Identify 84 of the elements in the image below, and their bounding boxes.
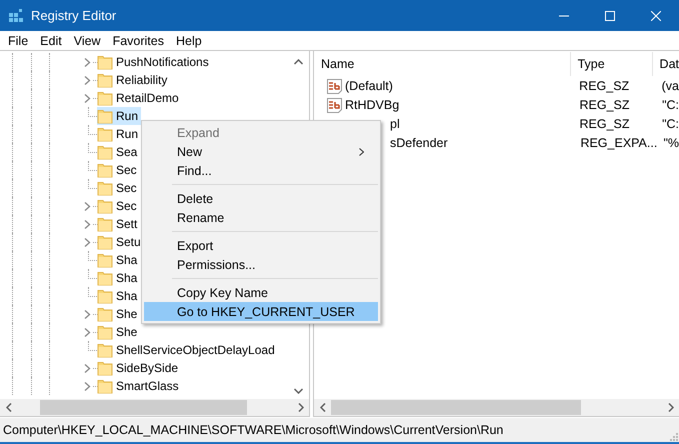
tree-item[interactable]: Sec: [97, 161, 140, 179]
column-header[interactable]: Type: [570, 52, 653, 76]
menu-item[interactable]: Rename: [144, 208, 378, 227]
menu-item[interactable]: Go to HKEY_CURRENT_USER: [144, 302, 378, 321]
menu-item[interactable]: View: [68, 32, 107, 48]
folder-icon: [97, 342, 113, 358]
folder-icon: [97, 234, 113, 250]
folder-icon: [97, 180, 113, 196]
scroll-right-icon[interactable]: [668, 403, 674, 412]
scroll-right-icon[interactable]: [298, 403, 304, 412]
column-header[interactable]: Name: [314, 52, 571, 76]
folder-icon: [97, 198, 113, 214]
tree-item[interactable]: RetailDemo: [97, 89, 182, 107]
menu-item[interactable]: File: [2, 32, 34, 48]
tree-item[interactable]: Run: [97, 107, 142, 125]
maximize-icon: [605, 10, 615, 20]
folder-icon: [97, 54, 113, 70]
document-icon: [326, 78, 343, 94]
value-name[interactable]: pl: [390, 116, 400, 130]
folder-icon: [97, 288, 113, 304]
folder-icon: [97, 216, 113, 232]
tree-item[interactable]: Run: [97, 125, 142, 143]
value-type: REG_SZ: [578, 98, 631, 112]
value-type: REG_SZ: [578, 116, 631, 130]
tree-item[interactable]: Sec: [97, 179, 140, 197]
value-type: REG_SZ: [578, 78, 630, 92]
column-header[interactable]: Dat: [652, 52, 679, 76]
horizontal-scrollbar[interactable]: [0, 399, 309, 416]
scroll-left-icon[interactable]: [6, 403, 12, 412]
menu-item[interactable]: Export: [144, 236, 378, 255]
menu-item[interactable]: Permissions...: [144, 255, 378, 274]
menu-item[interactable]: Delete: [144, 189, 378, 208]
folder-icon: [97, 162, 113, 178]
menu-item[interactable]: Favorites: [106, 32, 170, 48]
scroll-left-icon[interactable]: [320, 403, 326, 412]
tree-item[interactable]: SideBySide: [97, 359, 182, 377]
value-name[interactable]: sDefender: [390, 136, 448, 150]
tree-item[interactable]: Sec: [97, 197, 140, 215]
tree-item[interactable]: Sha: [97, 287, 140, 305]
value-data: "C:: [661, 116, 679, 130]
folder-icon: [97, 270, 113, 286]
menu-item[interactable]: New: [144, 142, 378, 161]
scrollbar-thumb[interactable]: [40, 400, 247, 415]
window-title: Registry Editor: [31, 8, 116, 23]
menu-item[interactable]: Edit: [34, 32, 68, 48]
tree-item[interactable]: Sha: [97, 251, 140, 269]
status-path: Computer\HKEY_LOCAL_MACHINE\SOFTWARE\Microsoft\Windows\CurrentVersion\Run: [3, 423, 504, 437]
tree-item[interactable]: She: [97, 305, 140, 323]
folder-icon: [97, 90, 113, 106]
horizontal-scrollbar[interactable]: [314, 399, 679, 416]
scroll-down-icon[interactable]: [294, 388, 303, 394]
folder-icon: [97, 378, 113, 394]
folder-icon: [97, 72, 113, 88]
value-name[interactable]: RtHDVBg: [345, 98, 400, 112]
menu-item[interactable]: Find...: [144, 161, 378, 180]
scrollbar-thumb[interactable]: [331, 400, 581, 415]
tree-item[interactable]: Setu: [97, 233, 144, 251]
cubes-icon: [9, 8, 23, 22]
tree-item[interactable]: SmartGlass: [97, 377, 182, 395]
folder-icon: [97, 144, 113, 160]
value-name[interactable]: (Default): [345, 78, 393, 92]
folder-icon: [97, 306, 113, 322]
close-icon: [651, 10, 661, 20]
value-type: REG_EXPA...: [579, 136, 656, 150]
tree-item[interactable]: Sha: [97, 269, 140, 287]
menu-item[interactable]: Copy Key Name: [144, 283, 378, 302]
folder-icon: [97, 252, 113, 268]
value-data: "C:: [661, 98, 679, 112]
value-data: "%: [662, 136, 679, 150]
tree-item[interactable]: Sett: [97, 215, 140, 233]
scroll-up-icon[interactable]: [294, 59, 303, 65]
folder-icon: [97, 126, 113, 142]
tree-item[interactable]: She: [97, 323, 140, 341]
tree-item[interactable]: ShellServiceObjectDelayLoad: [97, 341, 278, 359]
tree-item[interactable]: Sea: [97, 143, 140, 161]
folder-icon: [97, 108, 113, 124]
value-data: (va: [660, 78, 679, 92]
folder-icon: [97, 360, 113, 376]
resize-grip-icon[interactable]: [668, 431, 678, 441]
menu-item[interactable]: Help: [170, 32, 208, 48]
tree-item[interactable]: PushNotifications: [97, 53, 212, 71]
folder-icon: [97, 324, 113, 340]
tree-item[interactable]: Reliability: [97, 71, 170, 89]
document-icon: [326, 96, 343, 112]
